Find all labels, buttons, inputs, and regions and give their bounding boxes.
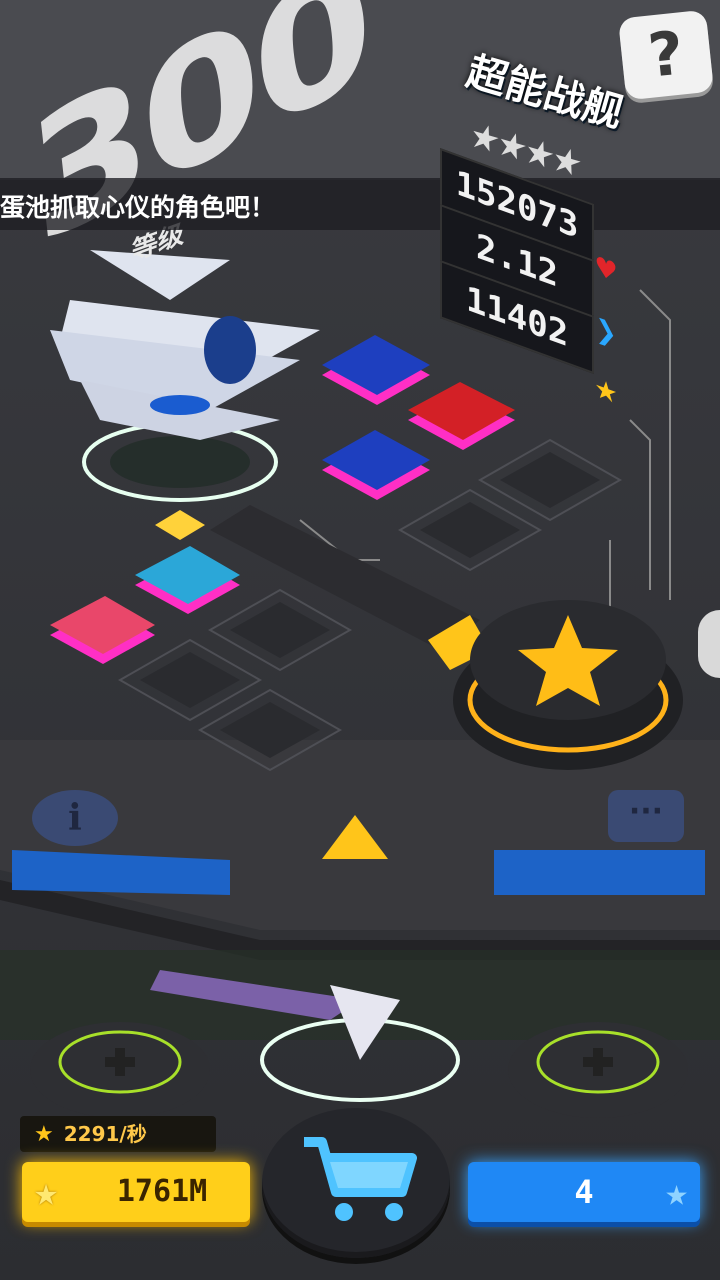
star-icon: ★ xyxy=(34,1122,54,1147)
announcement-banner: 蛋池抓取心仪的角色吧！ xyxy=(0,178,720,230)
question-mark-icon: ? xyxy=(645,18,687,92)
scroll-up-arrow[interactable] xyxy=(322,815,388,859)
gem-counter-button[interactable]: 4 ★ xyxy=(468,1162,700,1222)
shopping-cart-icon xyxy=(304,1137,417,1221)
star-gem-icon: ★ xyxy=(665,1170,688,1214)
announcement-text: 蛋池抓取心仪的角色吧！ xyxy=(0,193,276,222)
income-rate: ★ 2291/秒 xyxy=(20,1116,216,1152)
info-button[interactable]: i xyxy=(32,790,118,846)
shop-cart-button[interactable] xyxy=(262,1108,450,1258)
info-icon: i xyxy=(68,797,82,839)
income-rate-value: 2291/秒 xyxy=(63,1122,147,1146)
chat-button[interactable]: ··· xyxy=(608,790,684,842)
star-coin-icon: ★ xyxy=(34,1169,59,1215)
chat-bubble-icon: ··· xyxy=(628,794,664,829)
help-button[interactable]: ? xyxy=(617,9,715,101)
gem-value: 4 xyxy=(574,1173,594,1211)
side-menu-tab[interactable] xyxy=(698,610,720,678)
coin-value: 1761M xyxy=(116,1174,208,1209)
coin-counter-button[interactable]: ★ 1761M xyxy=(22,1162,250,1222)
